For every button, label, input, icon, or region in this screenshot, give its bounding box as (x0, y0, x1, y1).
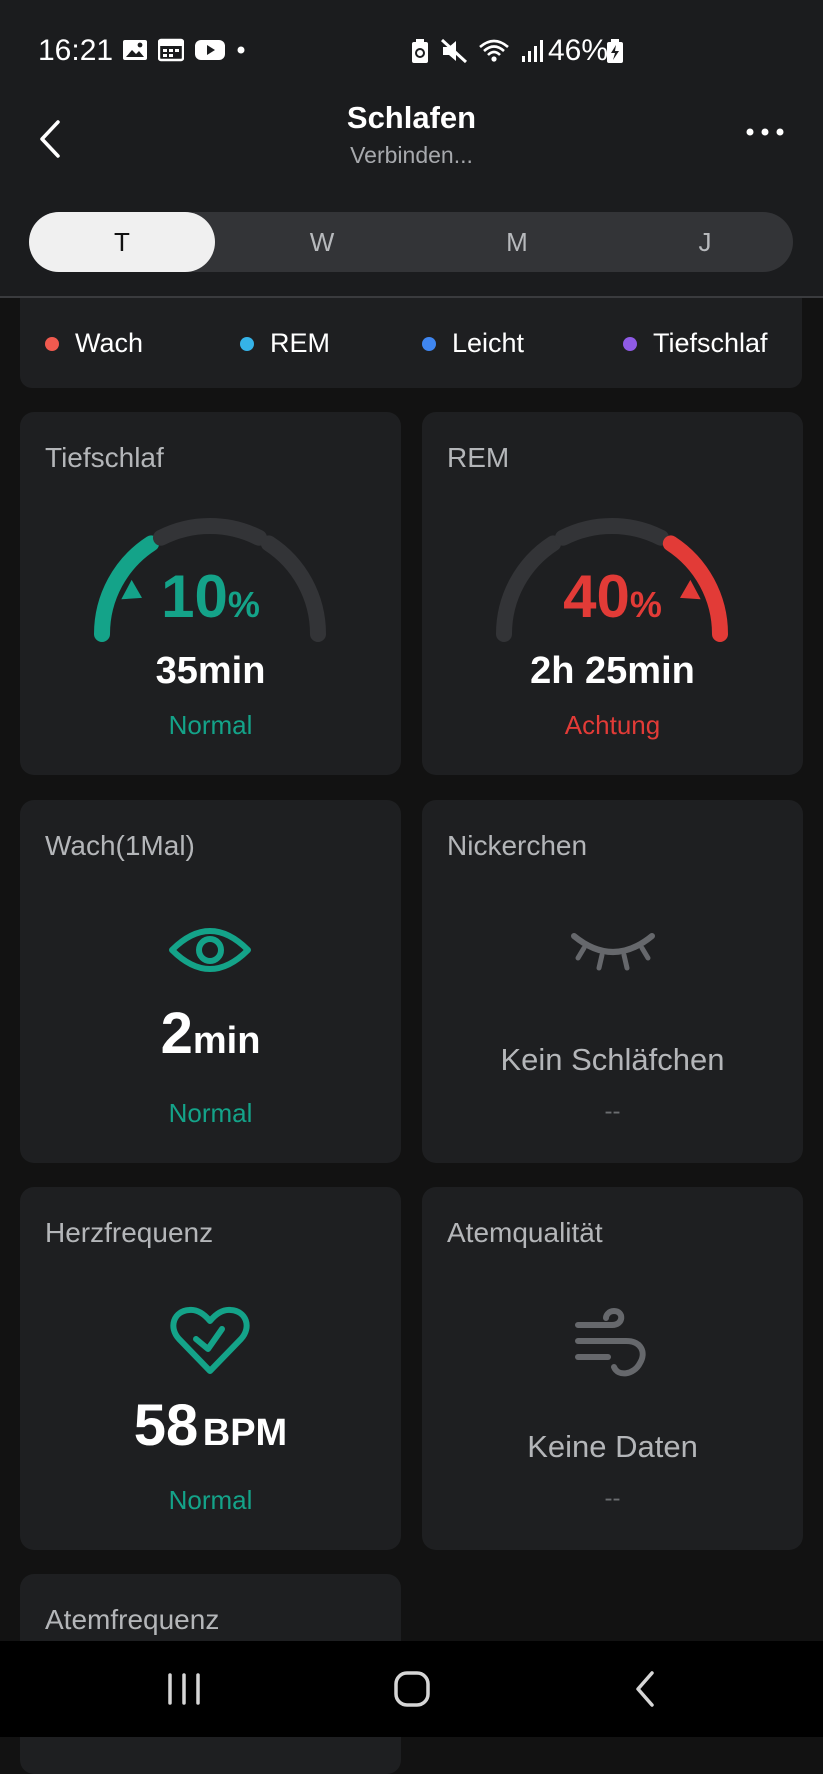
legend-label: Leicht (452, 328, 525, 358)
closed-eye-icon (571, 933, 655, 971)
status-bar: 16:21 46% (0, 0, 823, 100)
percent-unit: % (629, 584, 662, 625)
legend-label: Tiefschlaf (653, 328, 768, 358)
card-title: Atemfrequenz (45, 1604, 220, 1635)
gauge-segment (152, 518, 268, 546)
heart-rate-unit: BPM (202, 1412, 288, 1454)
more-notifications-dot-icon (237, 46, 245, 54)
rem-duration: 2h 25min (530, 650, 695, 692)
card-title: Tiefschlaf (45, 442, 164, 473)
breathing-quality-sub: -- (604, 1485, 621, 1512)
tab-month[interactable]: M (424, 212, 610, 272)
awake-unit: min (192, 1020, 261, 1062)
deep-sleep-status: Normal (168, 710, 253, 740)
legend-dot (422, 336, 436, 351)
rem-percent: 40 (563, 563, 630, 630)
nap-card[interactable]: Nickerchen Kein Schläfchen -- (422, 800, 803, 1163)
legend-dot (45, 336, 59, 351)
deep-sleep-percent-display: 10% (20, 562, 401, 631)
deep-sleep-duration: 35min (155, 650, 266, 692)
home-icon[interactable] (392, 1669, 432, 1709)
heart-rate-status: Normal (168, 1485, 253, 1515)
deep-sleep-percent: 10 (161, 563, 228, 630)
eye-icon (169, 928, 251, 972)
status-time: 16:21 (38, 34, 114, 67)
heart-icon (170, 1306, 250, 1374)
battery-saver-icon (412, 39, 428, 63)
deep-sleep-card[interactable]: Tiefschlaf 10% 35min Normal (20, 412, 401, 775)
legend-label: Wach (75, 328, 144, 358)
legend-label: REM (270, 328, 330, 358)
calendar-icon (158, 38, 184, 62)
gauge-segment (554, 518, 670, 546)
sleep-stage-legend: Wach REM Leicht Tiefschlaf (20, 298, 802, 388)
mute-icon (440, 38, 468, 64)
rem-status: Achtung (564, 710, 661, 740)
wind-icon (575, 1307, 646, 1377)
rem-percent-display: 40% (422, 562, 803, 631)
legend-item-rem: REM (240, 328, 330, 359)
page-title: Schlafen (346, 100, 477, 135)
recent-apps-icon[interactable] (164, 1671, 204, 1707)
card-title: Herzfrequenz (45, 1217, 214, 1248)
card-title: Wach(1Mal) (45, 830, 195, 861)
awake-duration-display: 2min (20, 1000, 401, 1067)
card-title: REM (447, 442, 510, 473)
heart-rate-display: 58 BPM (20, 1392, 401, 1459)
percent-unit: % (227, 584, 260, 625)
legend-dot (623, 336, 637, 351)
legend-item-awake: Wach (45, 328, 143, 359)
awake-value: 2 (160, 1001, 193, 1066)
period-tabs: T W M J (29, 212, 793, 272)
tab-week[interactable]: W (229, 212, 415, 272)
signal-icon (522, 40, 543, 62)
battery-percent: 46% (548, 34, 609, 67)
nap-message: Kein Schläfchen (500, 1042, 725, 1077)
youtube-icon (195, 40, 225, 60)
heart-rate-card[interactable]: Herzfrequenz 58 BPM Normal (20, 1187, 401, 1550)
notification-icons (122, 38, 246, 62)
legend-dot (240, 336, 254, 351)
card-title: Atemqualität (447, 1217, 603, 1248)
top-app-bar: 16:21 46% Schlafen Verbinden... T W M J (0, 0, 823, 298)
card-title: Nickerchen (447, 830, 588, 861)
awake-status: Normal (168, 1098, 253, 1128)
heart-rate-value: 58 (133, 1393, 199, 1458)
wifi-icon (479, 39, 509, 62)
tab-day[interactable]: T (29, 212, 215, 272)
rem-card[interactable]: REM 40% 2h 25min Achtung (422, 412, 803, 775)
legend-item-deep: Tiefschlaf (623, 328, 768, 359)
system-back-icon[interactable] (626, 1669, 666, 1709)
breathing-quality-message: Keine Daten (527, 1429, 698, 1464)
page-header: Schlafen Verbinden... (0, 100, 823, 200)
more-options-icon[interactable] (745, 122, 785, 142)
tab-year[interactable]: J (612, 212, 798, 272)
gallery-icon (123, 40, 147, 60)
connection-status: Verbinden... (350, 142, 473, 168)
awake-card[interactable]: Wach(1Mal) 2min Normal (20, 800, 401, 1163)
legend-item-light: Leicht (422, 328, 524, 359)
breathing-quality-card[interactable]: Atemqualität Keine Daten -- (422, 1187, 803, 1550)
system-icons (410, 38, 546, 64)
system-navigation-bar (0, 1641, 823, 1737)
battery-charging-icon (607, 39, 623, 63)
nap-sub: -- (604, 1098, 621, 1125)
